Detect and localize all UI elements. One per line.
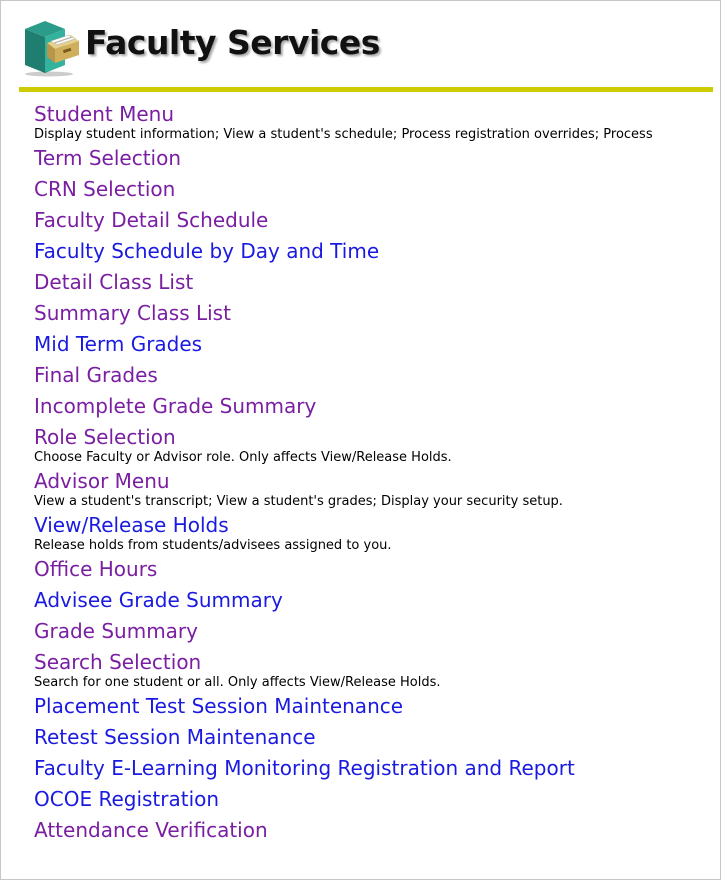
menu-item: Detail Class List (34, 270, 712, 294)
menu-item: Summary Class List (34, 301, 712, 325)
menu-item: CRN Selection (34, 177, 712, 201)
menu-item: Faculty E-Learning Monitoring Registrati… (34, 756, 712, 780)
menu-item: Grade Summary (34, 619, 712, 643)
menu-item: Student Menu Display student information;… (34, 102, 712, 143)
menu-link-retest-session-maintenance[interactable]: Retest Session Maintenance (34, 725, 712, 749)
menu-link-placement-test-session-maintenance[interactable]: Placement Test Session Maintenance (34, 694, 712, 718)
menu-link-search-selection[interactable]: Search Selection (34, 650, 712, 674)
menu-item: Attendance Verification (34, 818, 712, 842)
header-divider (19, 87, 713, 92)
menu-item: Retest Session Maintenance (34, 725, 712, 749)
menu-item: Office Hours (34, 557, 712, 581)
menu-item: OCOE Registration (34, 787, 712, 811)
menu-link-student-menu[interactable]: Student Menu (34, 102, 712, 126)
menu-item: Final Grades (34, 363, 712, 387)
menu-item: Role Selection Choose Faculty or Advisor … (34, 425, 712, 466)
menu-link-advisor-menu[interactable]: Advisor Menu (34, 469, 712, 493)
menu-item: Faculty Schedule by Day and Time (34, 239, 712, 263)
file-cabinet-icon (19, 17, 83, 77)
menu-link-crn-selection[interactable]: CRN Selection (34, 177, 712, 201)
menu-list: Student Menu Display student information;… (34, 102, 712, 849)
menu-item: Mid Term Grades (34, 332, 712, 356)
menu-link-advisee-grade-summary[interactable]: Advisee Grade Summary (34, 588, 712, 612)
menu-item-description: Choose Faculty or Advisor role. Only aff… (34, 450, 452, 465)
menu-link-detail-class-list[interactable]: Detail Class List (34, 270, 712, 294)
menu-link-view-release-holds[interactable]: View/Release Holds (34, 513, 712, 537)
menu-item: Advisor Menu View a student's transcript;… (34, 469, 712, 510)
menu-item: View/Release Holds Release holds from stu… (34, 513, 712, 554)
menu-link-faculty-schedule-by-day-and-time[interactable]: Faculty Schedule by Day and Time (34, 239, 712, 263)
menu-item: Search Selection Search for one student o… (34, 650, 712, 691)
menu-item-description: Search for one student or all. Only affe… (34, 675, 441, 690)
menu-link-faculty-e-learning-monitoring-registration-and-report[interactable]: Faculty E-Learning Monitoring Registrati… (34, 756, 712, 780)
menu-link-grade-summary[interactable]: Grade Summary (34, 619, 712, 643)
menu-item-description: Release holds from students/advisees ass… (34, 538, 392, 553)
menu-link-faculty-detail-schedule[interactable]: Faculty Detail Schedule (34, 208, 712, 232)
page-title: Faculty Services (85, 23, 380, 62)
menu-link-summary-class-list[interactable]: Summary Class List (34, 301, 712, 325)
menu-item: Incomplete Grade Summary (34, 394, 712, 418)
menu-item: Term Selection (34, 146, 712, 170)
menu-link-term-selection[interactable]: Term Selection (34, 146, 712, 170)
menu-link-ocoe-registration[interactable]: OCOE Registration (34, 787, 712, 811)
menu-item-description: View a student's transcript; View a stud… (34, 494, 563, 509)
page-frame: Faculty Services Student Menu Display stu… (0, 0, 721, 880)
menu-link-role-selection[interactable]: Role Selection (34, 425, 712, 449)
menu-link-incomplete-grade-summary[interactable]: Incomplete Grade Summary (34, 394, 712, 418)
menu-item: Advisee Grade Summary (34, 588, 712, 612)
menu-link-mid-term-grades[interactable]: Mid Term Grades (34, 332, 712, 356)
menu-link-attendance-verification[interactable]: Attendance Verification (34, 818, 712, 842)
page-header: Faculty Services (19, 17, 419, 77)
menu-item-description: Display student information; View a stud… (34, 127, 653, 142)
menu-link-office-hours[interactable]: Office Hours (34, 557, 712, 581)
menu-link-final-grades[interactable]: Final Grades (34, 363, 712, 387)
menu-item: Placement Test Session Maintenance (34, 694, 712, 718)
menu-item: Faculty Detail Schedule (34, 208, 712, 232)
